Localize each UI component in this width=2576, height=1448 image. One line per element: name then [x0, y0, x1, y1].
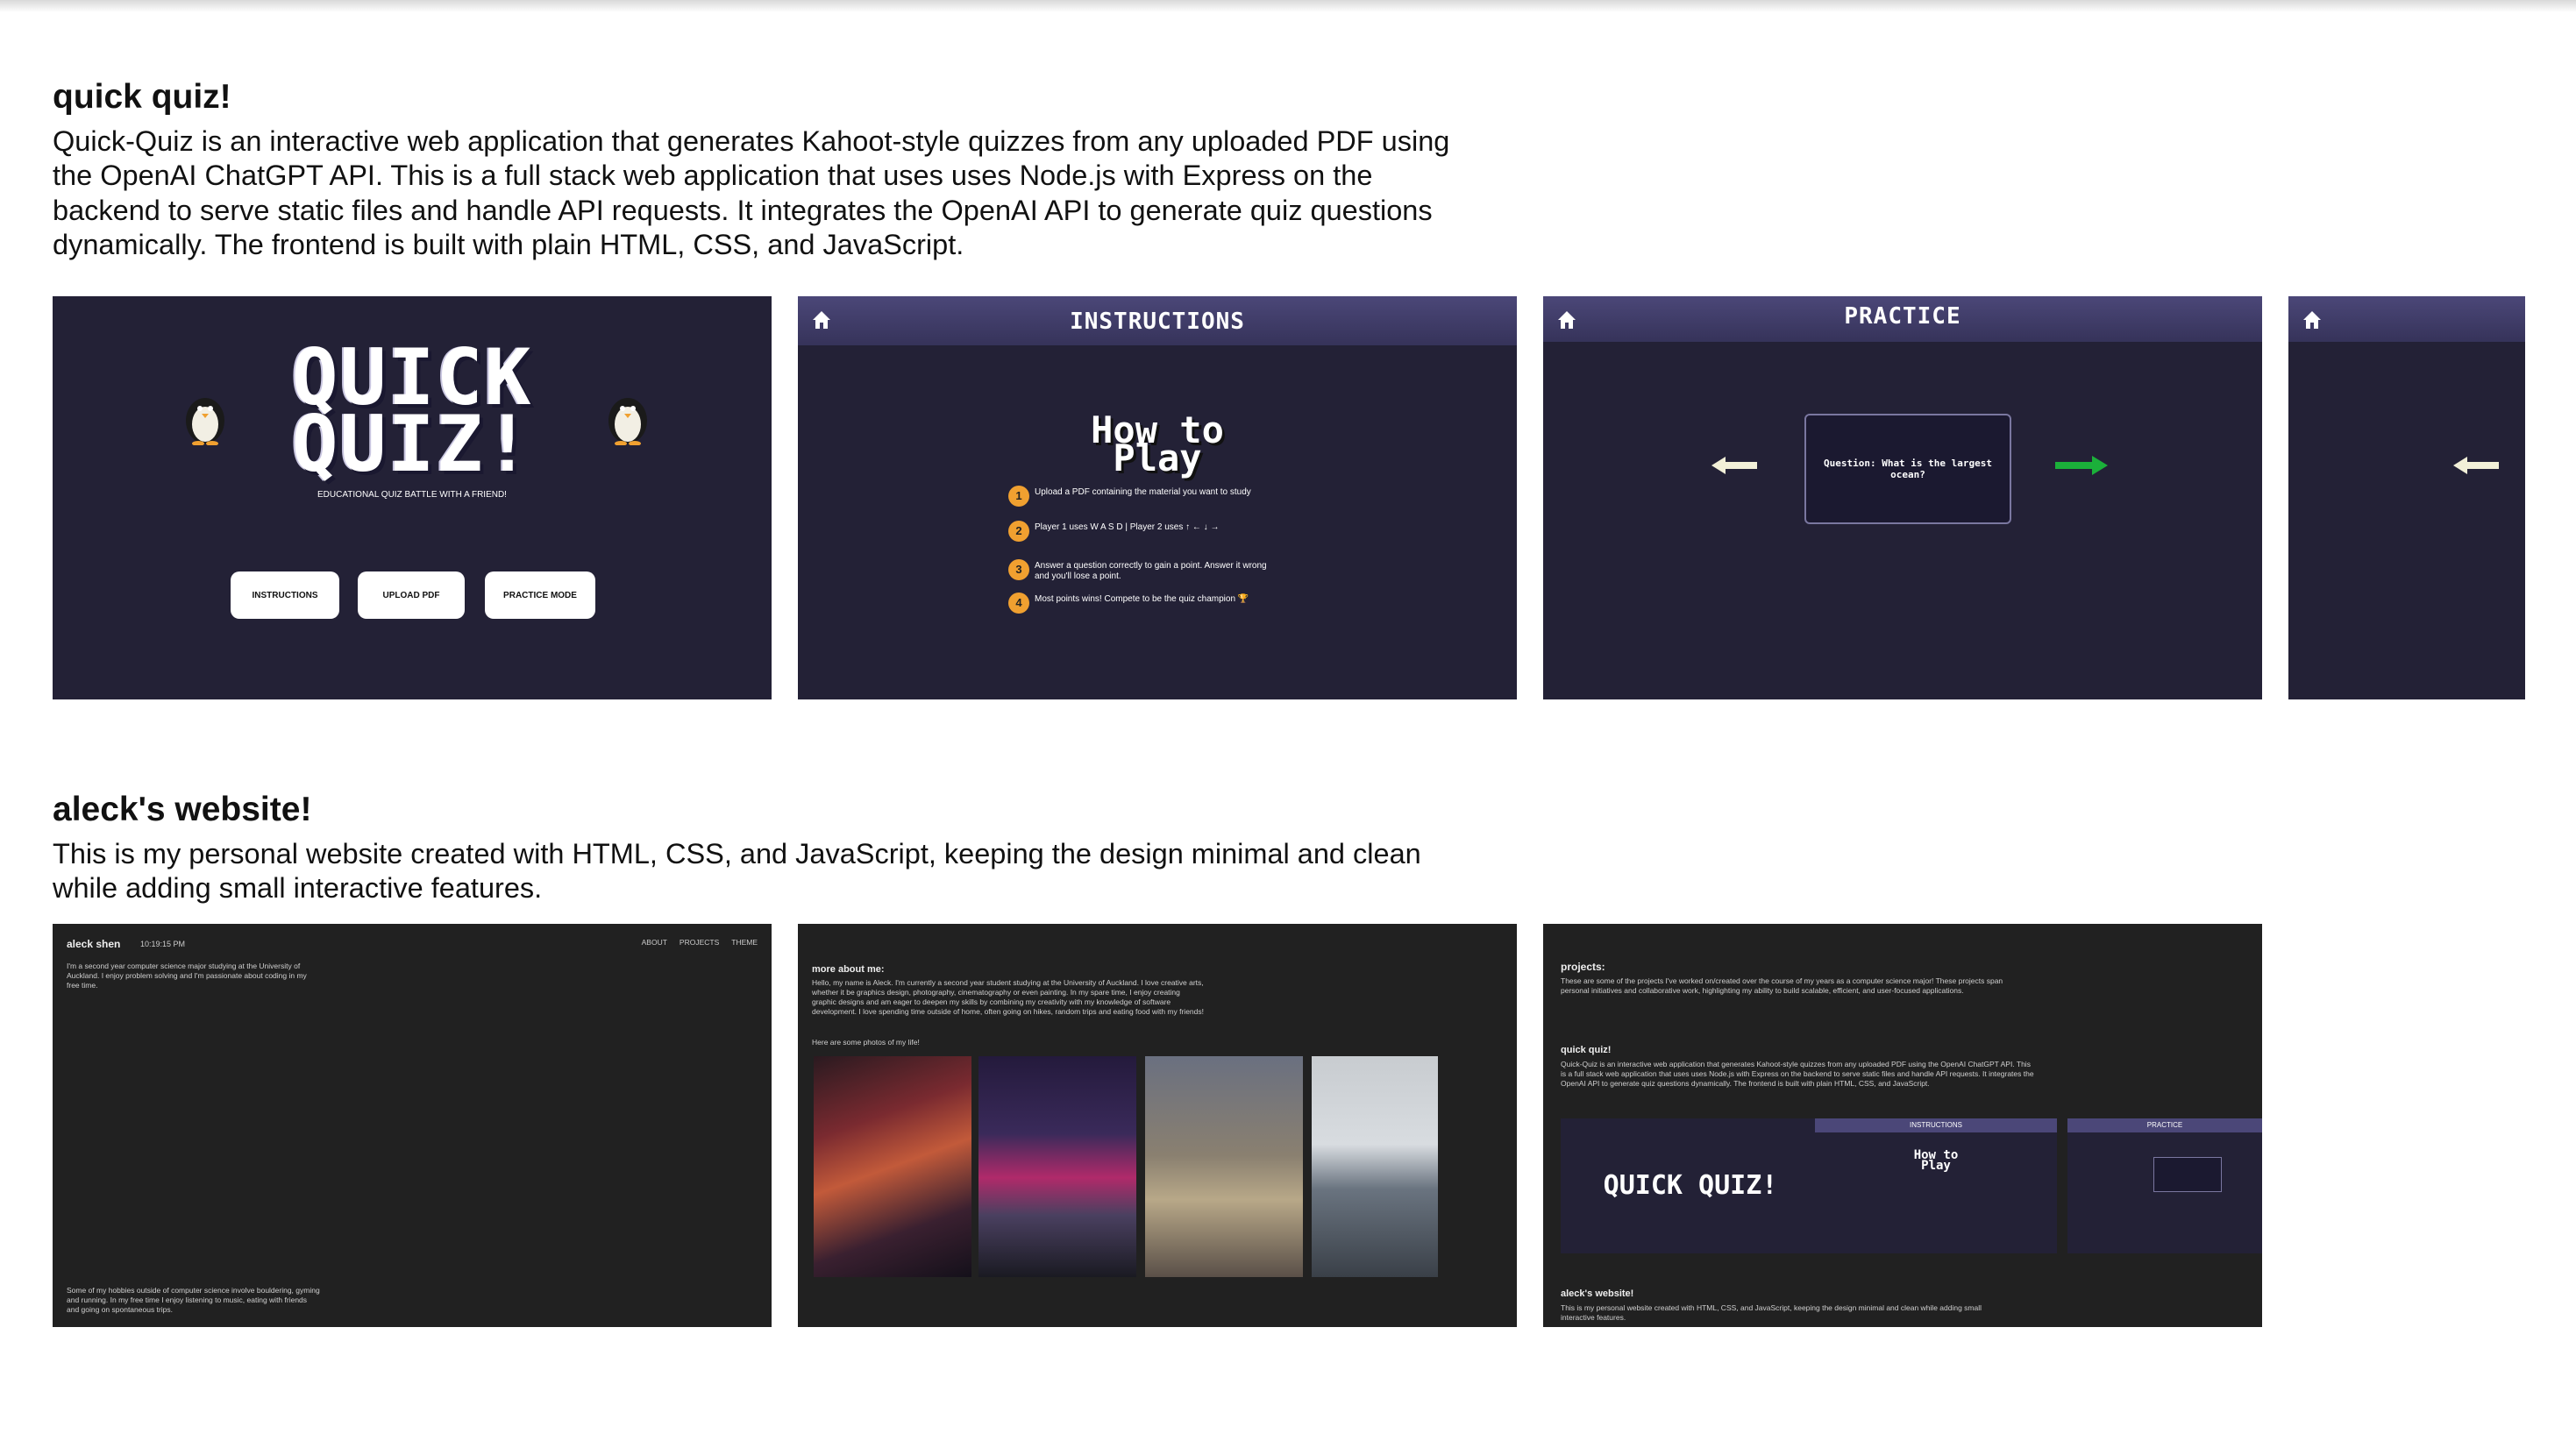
penguin-icon [186, 398, 224, 445]
app-subtitle: EDUCATIONAL QUIZ BATTLE WITH A FRIEND! [317, 490, 507, 500]
photo-image [978, 1056, 1136, 1277]
project-personal-website: aleck's website! This is my personal web… [53, 783, 2560, 1327]
arrow-left-icon[interactable] [1710, 454, 1759, 477]
header-bar [2288, 296, 2525, 342]
instructions-button[interactable]: INSTRUCTIONS [231, 571, 339, 619]
projects-page: quick quiz! Quick-Quiz is an interactive… [0, 0, 2576, 1448]
step-number: 1 [1008, 486, 1029, 507]
projects-intro: These are some of the projects I've work… [1561, 976, 2003, 995]
mini-screenshot-instructions: INSTRUCTIONS How to Play [1815, 1118, 2057, 1253]
screenshot-next[interactable] [2288, 296, 2525, 699]
projects-heading: projects: [1561, 961, 1605, 973]
screenshot-website-about[interactable]: more about me: Hello, my name is Aleck. … [798, 924, 1517, 1327]
home-icon[interactable] [2301, 309, 2323, 331]
photo-image [814, 1056, 971, 1277]
screenshot-website-projects[interactable]: projects: These are some of the projects… [1543, 924, 2262, 1327]
next-project-desc: This is my personal website created with… [1561, 1303, 1982, 1322]
step-number: 2 [1008, 521, 1029, 542]
project-item-title: quick quiz! [1561, 1045, 1612, 1055]
step-text: Upload a PDF containing the material you… [1035, 487, 1251, 497]
photo-image [1312, 1056, 1438, 1277]
step-text: Most points wins! Compete to be the quiz… [1035, 594, 1249, 604]
site-name: aleck shen [67, 938, 121, 950]
photo-image [1145, 1056, 1303, 1277]
step-item: 3 Answer a question correctly to gain a p… [1008, 559, 1280, 582]
project-title: aleck's website! [53, 791, 312, 828]
screenshot-carousel[interactable]: aleck shen 10:19:15 PM ABOUT PROJECTS TH… [53, 924, 2560, 1327]
screenshot-home[interactable]: QUICK QUIZ! EDUCATIONAL QUIZ BATTLE WITH… [53, 296, 772, 699]
mini-heading: How to Play [1913, 1148, 1959, 1173]
header-bar: PRACTICE [1543, 296, 2262, 342]
how-to-play-heading: How to Play [1091, 408, 1224, 479]
project-title: quick quiz! [53, 78, 231, 116]
mini-header: INSTRUCTIONS [1815, 1118, 2057, 1132]
step-item: 4 Most points wins! Compete to be the qui… [1008, 593, 1280, 614]
nav-theme[interactable]: THEME [731, 938, 758, 947]
about-heading: more about me: [812, 964, 885, 975]
step-item: 1 Upload a PDF containing the material yo… [1008, 486, 1280, 507]
upload-pdf-button[interactable]: UPLOAD PDF [358, 571, 465, 619]
step-item: 2 Player 1 uses W A S D | Player 2 uses ↑… [1008, 521, 1280, 542]
header-title: PRACTICE [1844, 303, 1961, 330]
step-number: 3 [1008, 559, 1029, 580]
mini-question-card [2153, 1157, 2222, 1192]
practice-mode-button[interactable]: PRACTICE MODE [485, 571, 595, 619]
screenshot-carousel[interactable]: QUICK QUIZ! EDUCATIONAL QUIZ BATTLE WITH… [53, 296, 2560, 699]
header-title: INSTRUCTIONS [1070, 309, 1245, 335]
screenshot-practice[interactable]: PRACTICE Question: What is the largest o… [1543, 296, 2262, 699]
app-title: QUICK QUIZ! [291, 332, 533, 489]
photos-caption: Here are some photos of my life! [812, 1038, 920, 1047]
hobbies-text: Some of my hobbies outside of computer s… [67, 1286, 320, 1314]
project-description: Quick-Quiz is an interactive web applica… [53, 125, 1450, 261]
header-bar: INSTRUCTIONS [798, 296, 1517, 345]
screenshot-website-home[interactable]: aleck shen 10:19:15 PM ABOUT PROJECTS TH… [53, 924, 772, 1327]
step-number: 4 [1008, 593, 1029, 614]
mini-header: PRACTICE [2067, 1118, 2262, 1132]
intro-text: I'm a second year computer science major… [67, 962, 307, 990]
arrow-left-icon[interactable] [2451, 454, 2501, 477]
arrow-right-icon[interactable] [2053, 454, 2110, 477]
mini-screenshot-home: QUICK QUIZ! [1561, 1118, 1820, 1253]
project-quick-quiz: quick quiz! Quick-Quiz is an interactive… [53, 70, 2560, 699]
project-item-desc: Quick-Quiz is an interactive web applica… [1561, 1060, 2034, 1088]
step-text: Answer a question correctly to gain a po… [1035, 561, 1267, 581]
question-card: Question: What is the largest ocean? [1804, 414, 2011, 524]
nav-projects[interactable]: PROJECTS [680, 938, 719, 947]
penguin-icon [608, 398, 647, 445]
screenshot-instructions[interactable]: INSTRUCTIONS How to Play 1 Upload a PDF c… [798, 296, 1517, 699]
site-nav: ABOUT PROJECTS THEME [642, 938, 758, 947]
project-description: This is my personal website created with… [53, 838, 1421, 905]
mini-screenshot-practice: PRACTICE [2067, 1118, 2262, 1253]
step-text: Player 1 uses W A S D | Player 2 uses ↑ … [1035, 522, 1220, 532]
next-project-title: aleck's website! [1561, 1288, 1634, 1299]
about-text: Hello, my name is Aleck. I'm currently a… [812, 978, 1204, 1016]
nav-about[interactable]: ABOUT [642, 938, 667, 947]
clock: 10:19:15 PM [140, 940, 186, 948]
